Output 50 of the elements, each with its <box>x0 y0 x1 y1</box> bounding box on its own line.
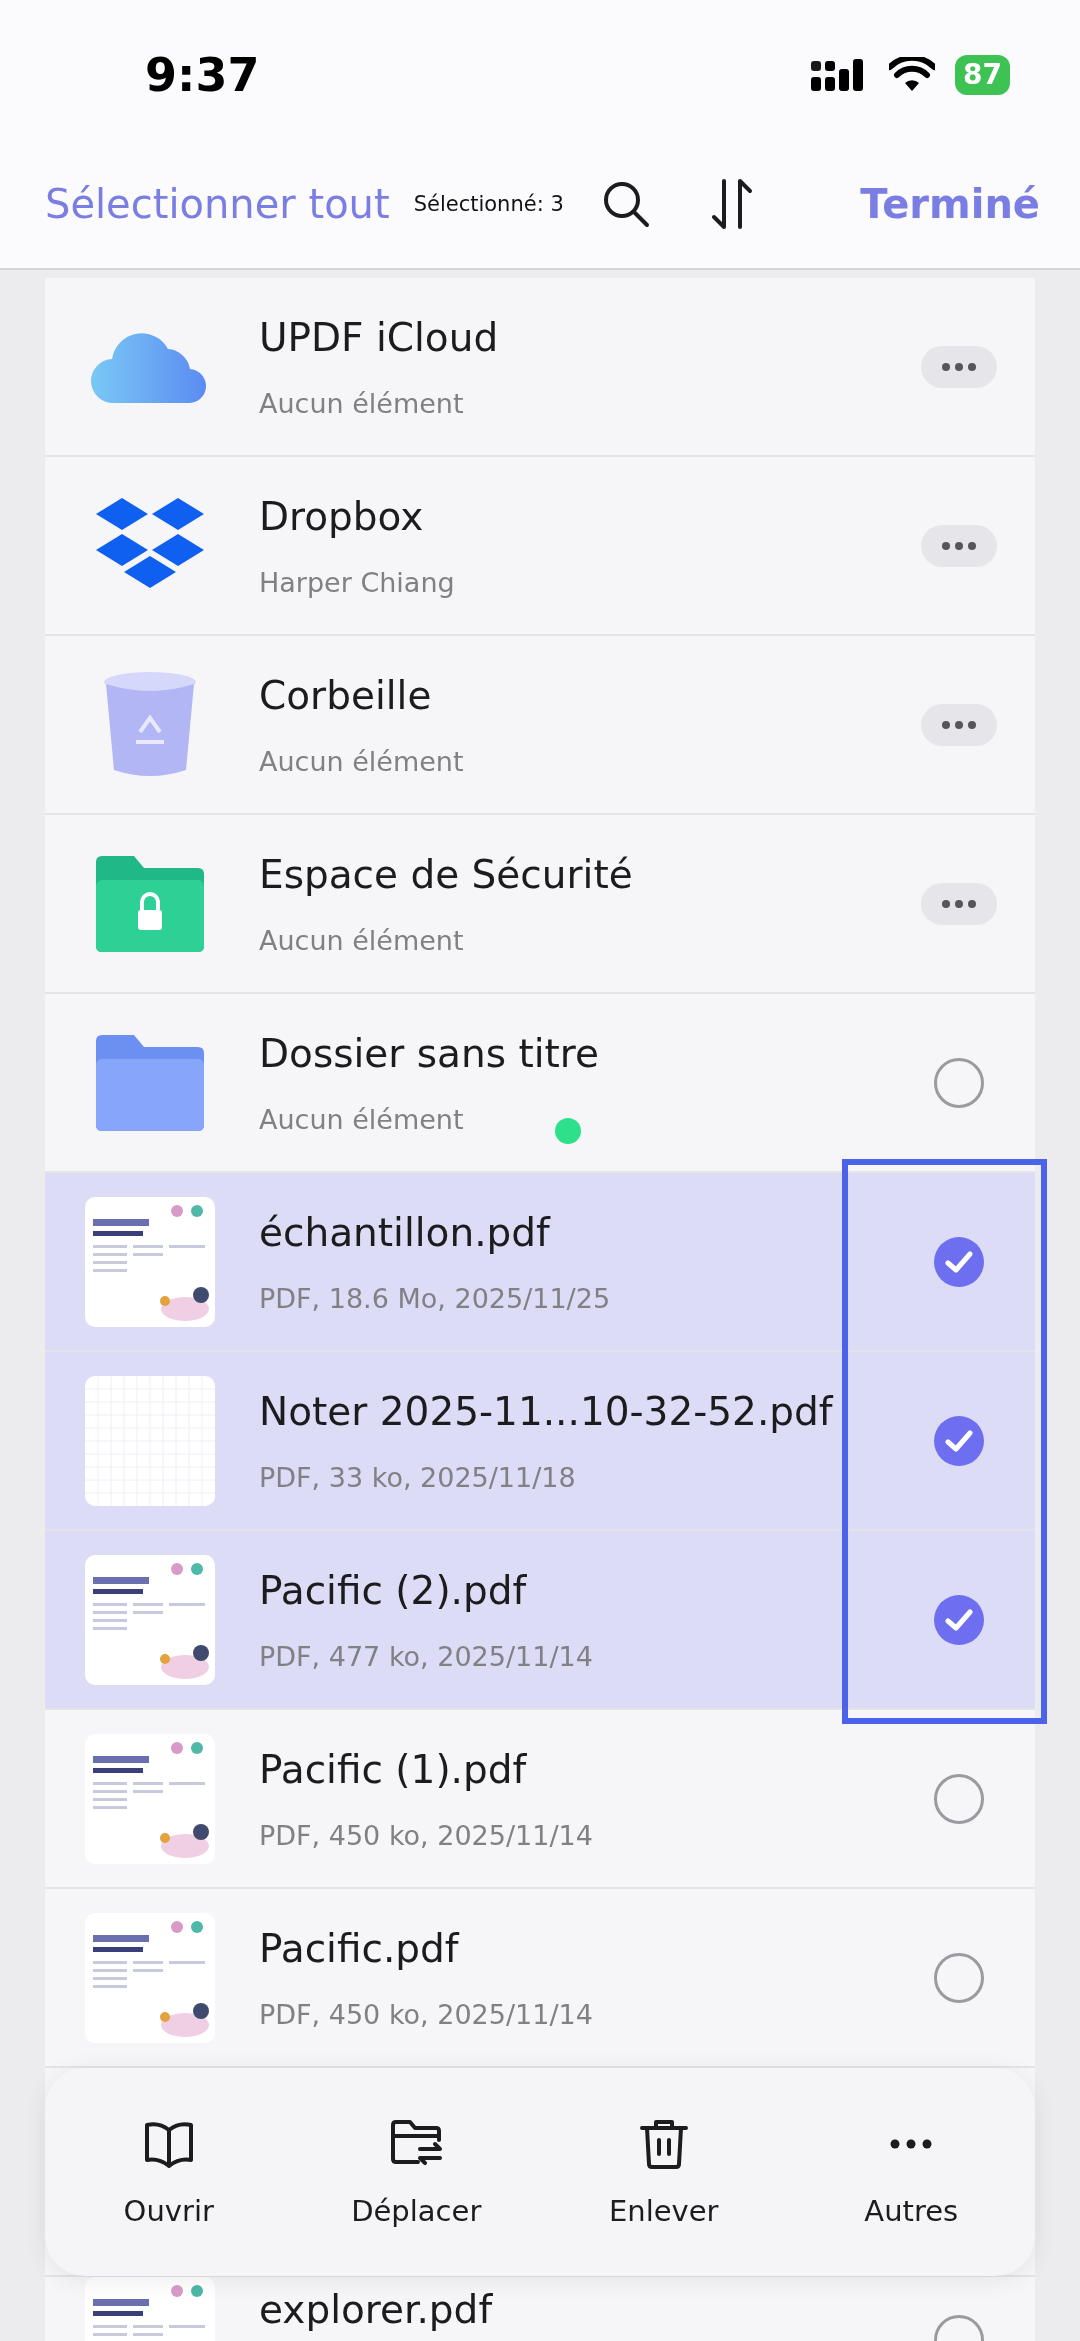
item-details: Aucun élément <box>259 1103 465 1135</box>
item-details: Harper Chiang <box>259 566 456 598</box>
item-title: Noter 2025-11...10-32-52.pdf <box>259 1388 835 1434</box>
item-details: Aucun élément <box>259 387 465 419</box>
checkbox[interactable] <box>934 1594 984 1645</box>
item-title: Corbeille <box>259 672 433 718</box>
more-button[interactable] <box>921 703 997 746</box>
checkbox[interactable] <box>934 1773 984 1824</box>
checkmark-icon <box>945 1428 973 1453</box>
checkmark-icon <box>945 1607 973 1632</box>
item-title: Espace de Sécurité <box>259 851 634 897</box>
toolbar-button[interactable]: Autres <box>787 2116 1035 2228</box>
item-title: Pacific.pdf <box>259 1925 461 1971</box>
file-row[interactable]: Noter 2025-11...10-32-52.pdf PDF, 33 ko, 2025/11/18 <box>45 1352 1035 1531</box>
item-title: explorer.pdf <box>259 2287 494 2332</box>
ellipsis-icon <box>939 719 979 730</box>
toolbar-button[interactable]: Ouvrir <box>45 2116 293 2228</box>
toolbar-button[interactable]: Déplacer <box>292 2116 540 2228</box>
more-button[interactable] <box>921 524 997 567</box>
item-details: PDF, 450 ko, 2025/11/14 <box>259 1819 594 1851</box>
status-time: 9:37 <box>145 48 260 102</box>
item-title: UPDF iCloud <box>259 314 500 360</box>
file-row[interactable]: Pacific (2).pdf PDF, 477 ko, 2025/11/14 <box>45 1531 1035 1710</box>
item-title: Pacific (2).pdf <box>259 1567 528 1613</box>
ellipsis-icon <box>939 898 979 909</box>
checkmark-icon <box>945 1249 973 1274</box>
item-details: Aucun élément <box>259 924 465 956</box>
ellipsis-icon <box>939 361 979 372</box>
file-row[interactable]: échantillon.pdf PDF, 18.6 Mo, 2025/11/25 <box>45 1173 1035 1352</box>
toolbar-button[interactable]: Enlever <box>540 2116 788 2228</box>
battery-level: 87 <box>955 55 1010 95</box>
item-details: PDF, 450 ko, 2025/11/14 <box>259 1998 594 2030</box>
selected-count: Sélectionné: 3 <box>413 192 564 216</box>
checkbox[interactable] <box>934 1952 984 2003</box>
item-title: Pacific (1).pdf <box>259 1746 528 1792</box>
item-title: Dropbox <box>259 493 425 539</box>
item-details: PDF, 33 ko, 2025/11/18 <box>259 1461 577 1493</box>
ellipsis-icon <box>939 540 979 551</box>
checkbox[interactable] <box>934 1057 984 1108</box>
more-icon <box>890 2139 933 2149</box>
item-details: Aucun élément <box>259 745 465 777</box>
item-title: Dossier sans titre <box>259 1030 601 1076</box>
wifi-icon <box>889 57 936 93</box>
checkbox[interactable] <box>934 1236 984 1287</box>
item-title: échantillon.pdf <box>259 1209 552 1255</box>
item-details: PDF, 477 ko, 2025/11/14 <box>259 1640 594 1672</box>
checkbox[interactable] <box>934 1415 984 1466</box>
more-button[interactable] <box>921 345 997 388</box>
item-details: PDF, 18.6 Mo, 2025/11/25 <box>259 1282 612 1314</box>
more-button[interactable] <box>921 882 997 925</box>
